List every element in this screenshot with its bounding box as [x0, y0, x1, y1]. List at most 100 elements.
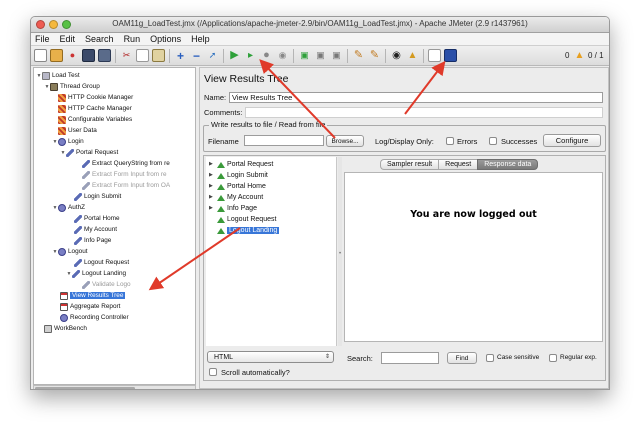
tree-item-configurable-variables[interactable]: Configurable Variables — [58, 114, 132, 125]
reset-search-icon[interactable]: ▲ — [406, 49, 419, 62]
result-item-info-page[interactable]: ▶ Info Page — [209, 203, 257, 213]
tree-item-logout-landing[interactable]: ▼ Logout Landing — [66, 268, 126, 279]
menu-bar: File Edit Search Run Options Help — [31, 33, 609, 46]
renderer-select[interactable]: HTML ⇕ — [207, 351, 334, 363]
sampler-icon — [74, 225, 82, 234]
paste-icon[interactable] — [152, 49, 165, 62]
result-item-portal-request[interactable]: ▶ Portal Request — [209, 159, 273, 169]
chevron-updown-icon: ⇕ — [324, 354, 330, 360]
templates-icon[interactable] — [50, 49, 63, 62]
menu-search[interactable]: Search — [85, 34, 114, 44]
success-icon — [217, 215, 225, 223]
start-no-pause-icon[interactable]: ▸ — [244, 49, 257, 62]
clear-icon[interactable]: ✎ — [352, 49, 365, 62]
tree-item-workbench[interactable]: WorkBench — [44, 323, 87, 334]
result-item-logout-landing[interactable]: Logout Landing — [209, 225, 280, 235]
tree-item-logout[interactable]: ▼ Logout — [52, 246, 88, 257]
comments-label: Comments: — [204, 108, 243, 117]
copy-icon[interactable] — [136, 49, 149, 62]
extractor-icon — [82, 170, 90, 179]
window-title: OAM11g_LoadTest.jmx (/Applications/apach… — [112, 19, 528, 28]
menu-options[interactable]: Options — [150, 34, 181, 44]
clear-all-icon[interactable]: ✎ — [368, 49, 381, 62]
tab-request[interactable]: Request — [438, 159, 478, 170]
tree-item-portal-home[interactable]: Portal Home — [74, 213, 120, 224]
tree-item-authz[interactable]: ▼ AuthZ — [52, 202, 85, 213]
start-icon[interactable]: ▶ — [228, 49, 241, 62]
tree-item-aggregate-report[interactable]: Aggregate Report — [60, 301, 120, 312]
find-button[interactable]: Find — [447, 352, 477, 364]
log-display-label: Log/Display Only: — [375, 137, 434, 146]
save-as-icon[interactable] — [98, 49, 111, 62]
result-item-login-submit[interactable]: ▶ Login Submit — [209, 170, 268, 180]
sampler-icon — [74, 192, 82, 201]
result-detail-area: Sampler result Request Response data You… — [344, 157, 605, 346]
tree-item-extract-querystring[interactable]: Extract QueryString from re — [82, 158, 170, 169]
regular-exp-checkbox[interactable] — [549, 354, 557, 362]
scroll-auto-checkbox[interactable] — [209, 368, 217, 376]
result-item-my-account[interactable]: ▶ My Account — [209, 192, 263, 202]
toolbar: ● ✂ + − ➚ ▶ ▸ ● ◉ ▣ ▣ ▣ ✎ ✎ ◉ ▲ 0 ▲ 0 / … — [31, 46, 609, 66]
tree-item-my-account[interactable]: My Account — [74, 224, 117, 235]
result-item-logout-request[interactable]: Logout Request — [209, 214, 276, 224]
tree-item-portal-request[interactable]: ▼ Portal Request — [60, 147, 118, 158]
shutdown-icon[interactable]: ◉ — [276, 49, 289, 62]
remote-stop-icon[interactable]: ▣ — [314, 49, 327, 62]
sampler-icon — [74, 214, 82, 223]
menu-help[interactable]: Help — [191, 34, 210, 44]
menu-run[interactable]: Run — [124, 34, 141, 44]
help-icon[interactable] — [444, 49, 457, 62]
function-helper-icon[interactable] — [428, 49, 441, 62]
sample-results-list: ▶ Portal Request ▶ Login Submit ▶ Portal Ho… — [206, 157, 337, 346]
tree-item-load-test[interactable]: ▼ Load Test — [36, 70, 80, 81]
menu-edit[interactable]: Edit — [60, 34, 76, 44]
filename-input[interactable] — [244, 135, 324, 146]
configure-button[interactable]: Configure — [543, 134, 601, 147]
tree-item-logout-request[interactable]: Logout Request — [74, 257, 129, 268]
browse-button[interactable]: Browse... — [326, 135, 364, 147]
cut-icon[interactable]: ✂ — [120, 49, 133, 62]
remote-start-icon[interactable]: ▣ — [298, 49, 311, 62]
name-field[interactable]: View Results Tree — [229, 92, 603, 103]
tree-item-info-page[interactable]: Info Page — [74, 235, 111, 246]
menu-file[interactable]: File — [35, 34, 50, 44]
thread-group-icon — [50, 82, 58, 91]
tree-item-http-cookie-manager[interactable]: HTTP Cookie Manager — [58, 92, 133, 103]
tree-horizontal-scrollbar[interactable] — [33, 385, 196, 389]
extractor-icon — [82, 181, 90, 190]
sampler-icon — [74, 258, 82, 267]
case-sensitive-checkbox[interactable] — [486, 354, 494, 362]
tree-item-extract-form-input-1[interactable]: Extract Form Input from re — [82, 169, 167, 180]
comments-field[interactable] — [245, 107, 603, 118]
search-input[interactable] — [381, 352, 439, 364]
tree-item-thread-group[interactable]: ▼ Thread Group — [44, 81, 100, 92]
successes-checkbox[interactable] — [489, 137, 497, 145]
save-icon[interactable] — [82, 49, 95, 62]
tab-response-data[interactable]: Response data — [477, 159, 539, 170]
expand-icon[interactable]: + — [174, 49, 187, 62]
regular-exp-label: Regular exp. — [560, 354, 597, 361]
tree-item-extract-form-input-2[interactable]: Extract Form Input from OA — [82, 180, 170, 191]
collapse-icon[interactable]: − — [190, 49, 203, 62]
tree-item-recording-controller[interactable]: Recording Controller — [60, 312, 129, 323]
tree-item-http-cache-manager[interactable]: HTTP Cache Manager — [58, 103, 132, 114]
tab-sampler-result[interactable]: Sampler result — [380, 159, 439, 170]
new-icon[interactable] — [34, 49, 47, 62]
stop-icon[interactable]: ● — [260, 49, 273, 62]
scrollbar-thumb[interactable] — [35, 387, 135, 389]
tree-item-user-data[interactable]: User Data — [58, 125, 97, 136]
open-icon[interactable]: ● — [66, 49, 79, 62]
warning-count: 0 — [565, 51, 570, 60]
errors-checkbox[interactable] — [446, 137, 454, 145]
result-item-portal-home[interactable]: ▶ Portal Home — [209, 181, 266, 191]
tree-item-login-submit[interactable]: Login Submit — [74, 191, 121, 202]
tree-item-view-results-tree[interactable]: View Results Tree — [60, 290, 126, 301]
warning-icon[interactable]: ▲ — [573, 49, 586, 62]
remote-shutdown-icon[interactable]: ▣ — [330, 49, 343, 62]
toggle-icon[interactable]: ➚ — [206, 49, 219, 62]
tree-item-login[interactable]: ▼ Login — [52, 136, 84, 147]
tree-item-validate-logout[interactable]: Validate Logo — [82, 279, 131, 290]
listener-icon — [60, 291, 68, 300]
search-icon[interactable]: ◉ — [390, 49, 403, 62]
result-tabs: Sampler result Request Response data — [380, 159, 539, 170]
